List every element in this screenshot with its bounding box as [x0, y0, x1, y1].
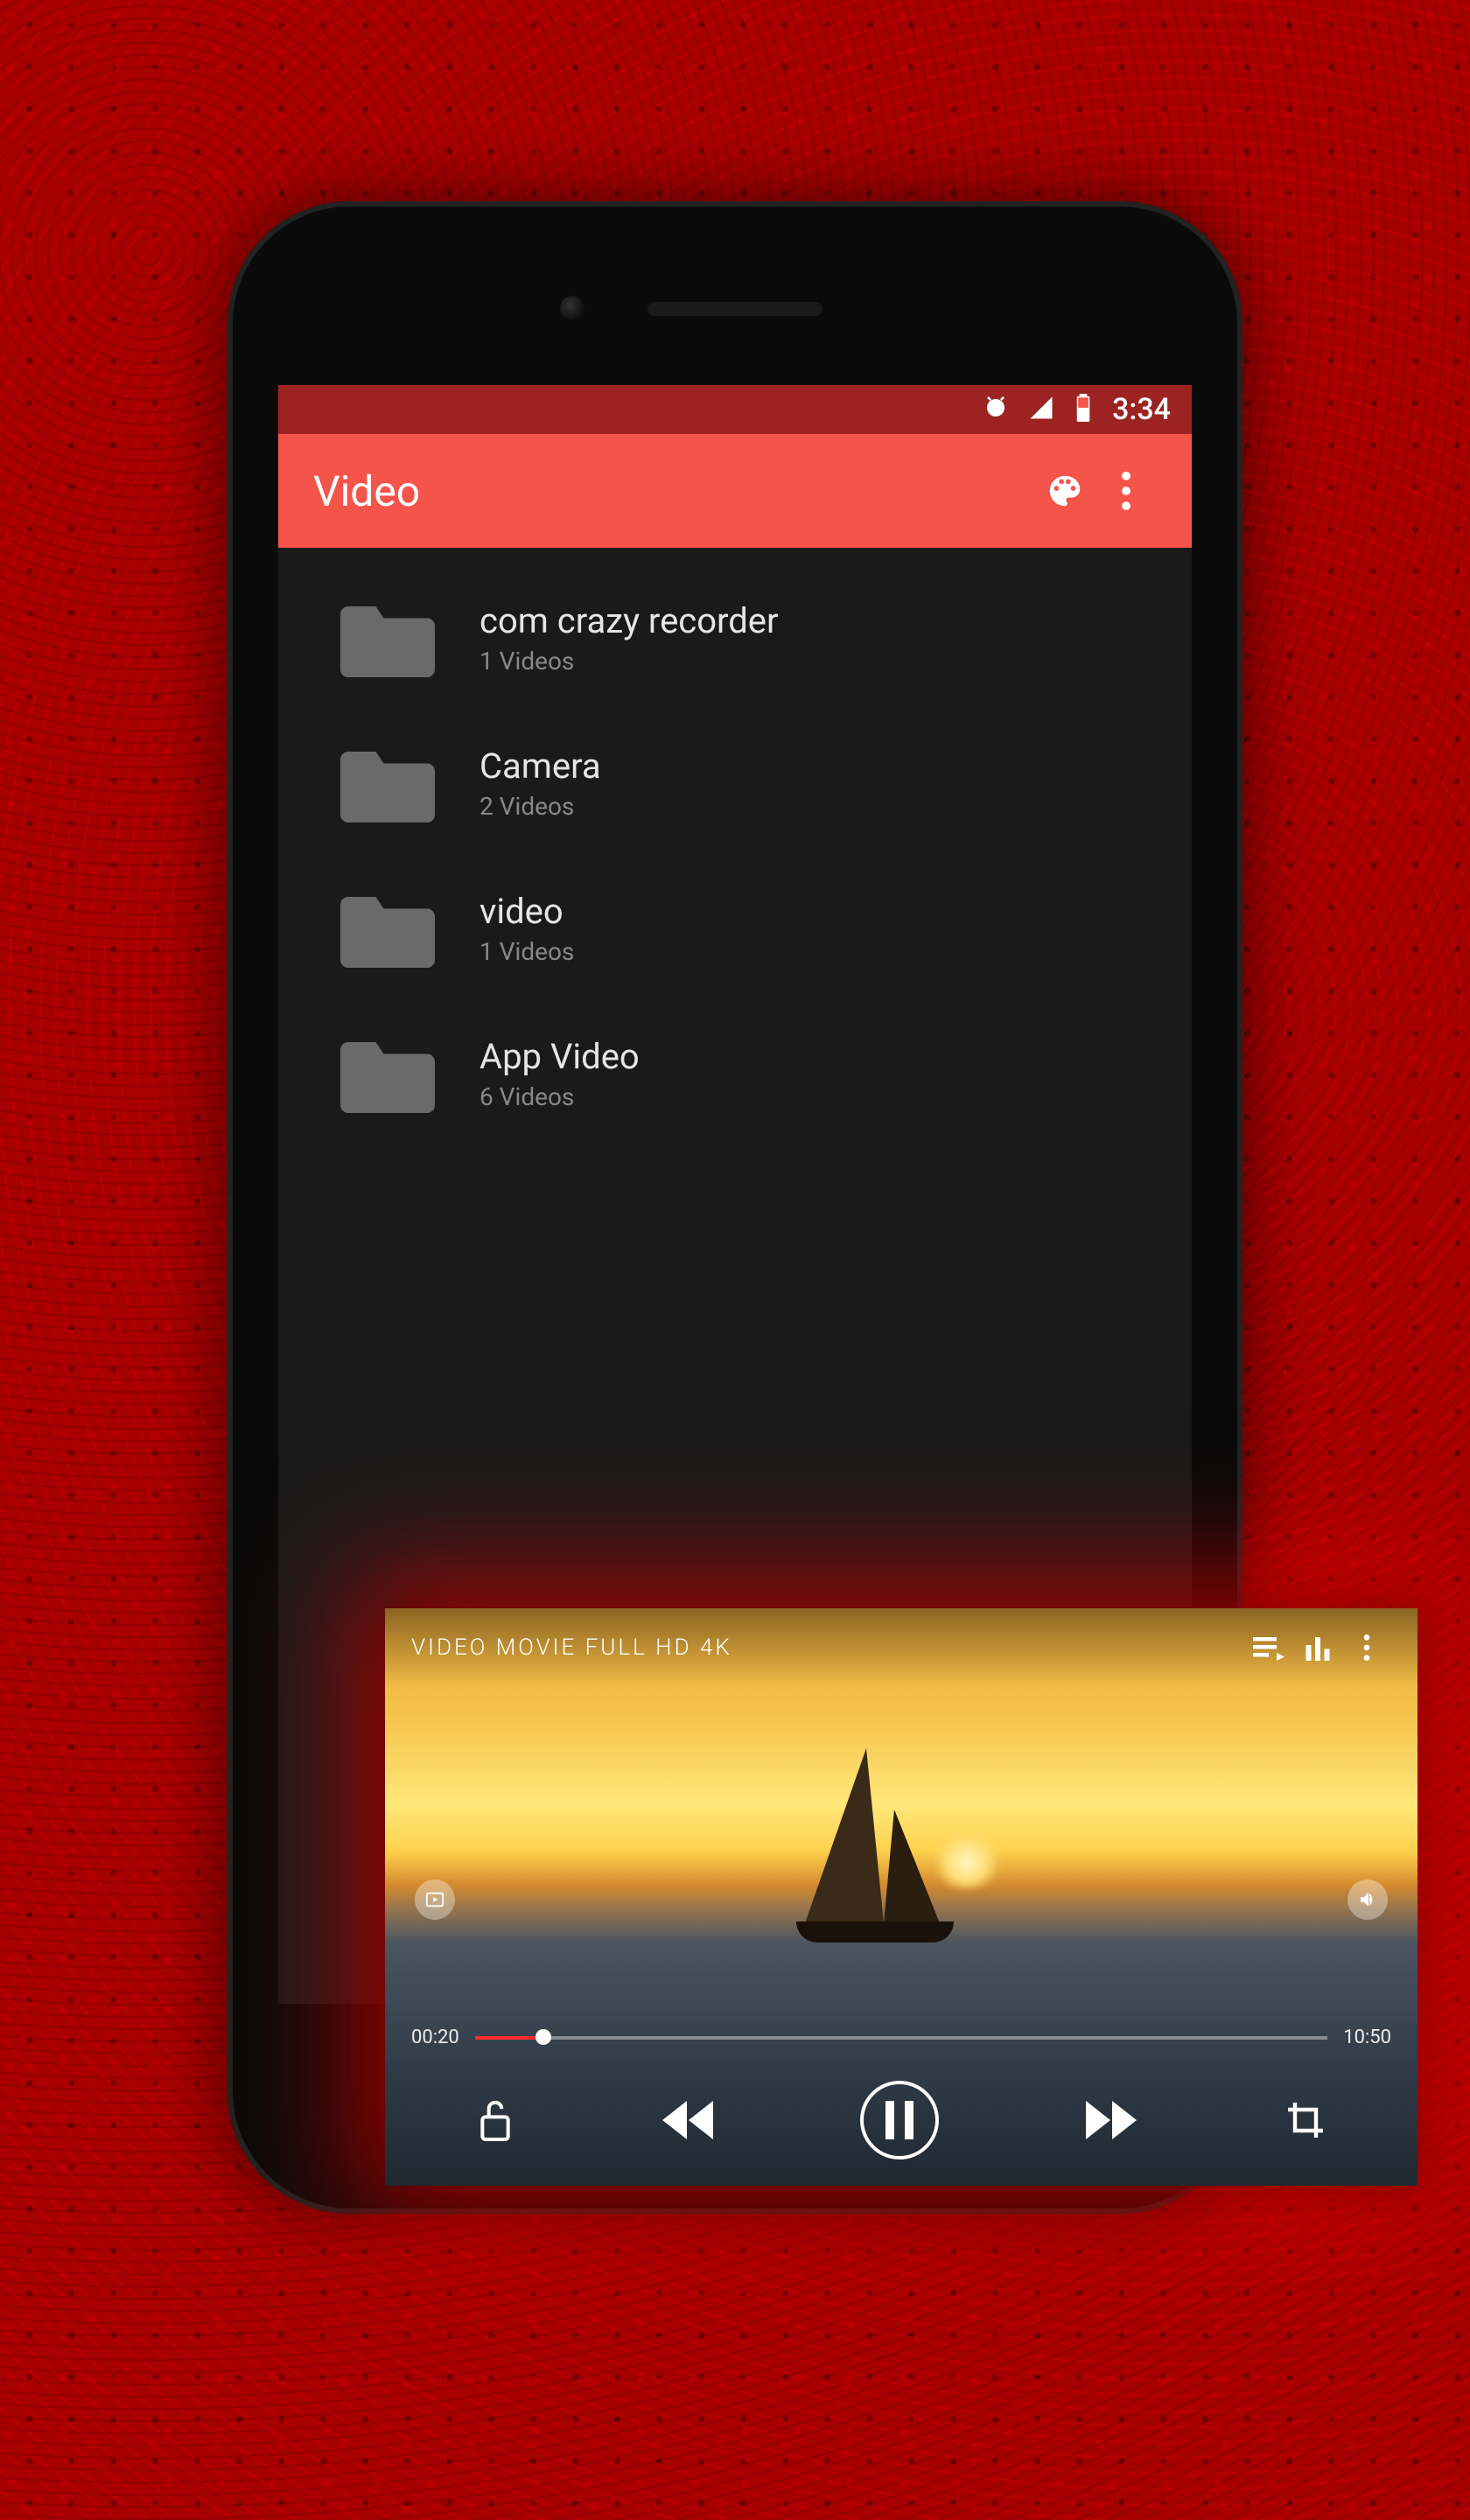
previous-button[interactable] — [661, 2101, 713, 2139]
progress-bar[interactable]: 00:20 10:50 — [411, 2026, 1391, 2048]
alarm-icon — [983, 395, 1009, 424]
signal-icon — [1028, 395, 1054, 424]
equalizer-button[interactable] — [1293, 1634, 1342, 1661]
lock-button[interactable] — [476, 2097, 514, 2143]
theme-button[interactable] — [1034, 471, 1096, 511]
folder-name: App Video — [480, 1036, 640, 1077]
folder-count: 1 Videos — [480, 647, 779, 676]
folder-list: com crazy recorder 1 Videos Camera 2 Vid… — [278, 548, 1192, 1146]
status-time: 3:34 — [1112, 392, 1171, 427]
crop-button[interactable] — [1284, 2099, 1326, 2141]
folder-row[interactable]: App Video 6 Videos — [278, 1001, 1192, 1146]
app-bar: Video — [278, 434, 1192, 548]
folder-icon — [340, 889, 436, 968]
seek-thumb[interactable] — [536, 2029, 551, 2045]
folder-row[interactable]: video 1 Videos — [278, 856, 1192, 1001]
folder-row[interactable]: Camera 2 Videos — [278, 710, 1192, 856]
pause-button[interactable] — [860, 2081, 939, 2160]
battery-icon — [1074, 394, 1093, 425]
player-controls — [385, 2081, 1418, 2160]
folder-name: Camera — [480, 746, 601, 787]
folder-name: com crazy recorder — [480, 600, 779, 641]
player-top-bar: VIDEO MOVIE FULL HD 4K — [385, 1608, 1418, 1687]
video-frame-hull — [796, 1922, 954, 1942]
app-title: Video — [313, 466, 1034, 516]
current-time: 00:20 — [411, 2026, 459, 2048]
more-options-button[interactable] — [1096, 472, 1157, 510]
folder-text: com crazy recorder 1 Videos — [480, 600, 779, 676]
folder-icon — [340, 1034, 436, 1113]
popout-play-button[interactable] — [415, 1880, 455, 1920]
next-button[interactable] — [1086, 2101, 1138, 2139]
folder-icon — [340, 598, 436, 677]
folder-text: Camera 2 Videos — [480, 746, 601, 821]
duration: 10:50 — [1343, 2026, 1391, 2048]
player-mid-controls — [385, 1880, 1418, 1920]
folder-row[interactable]: com crazy recorder 1 Videos — [278, 565, 1192, 710]
playlist-button[interactable] — [1244, 1634, 1293, 1661]
video-player-overlay: VIDEO MOVIE FULL HD 4K 00:20 10:50 — [385, 1608, 1418, 2186]
folder-text: App Video 6 Videos — [480, 1036, 640, 1111]
phone-camera — [560, 296, 584, 320]
seek-track[interactable] — [475, 2036, 1327, 2040]
folder-count: 6 Videos — [480, 1082, 640, 1111]
folder-icon — [340, 744, 436, 822]
folder-text: video 1 Videos — [480, 891, 574, 966]
folder-count: 2 Videos — [480, 792, 601, 821]
volume-button[interactable] — [1348, 1880, 1388, 1920]
seek-fill — [475, 2036, 543, 2040]
folder-name: video — [480, 891, 574, 932]
player-more-button[interactable] — [1342, 1634, 1391, 1661]
phone-speaker — [648, 302, 822, 316]
status-bar: 3:34 — [278, 385, 1192, 434]
folder-count: 1 Videos — [480, 937, 574, 966]
video-title: VIDEO MOVIE FULL HD 4K — [411, 1634, 1244, 1661]
